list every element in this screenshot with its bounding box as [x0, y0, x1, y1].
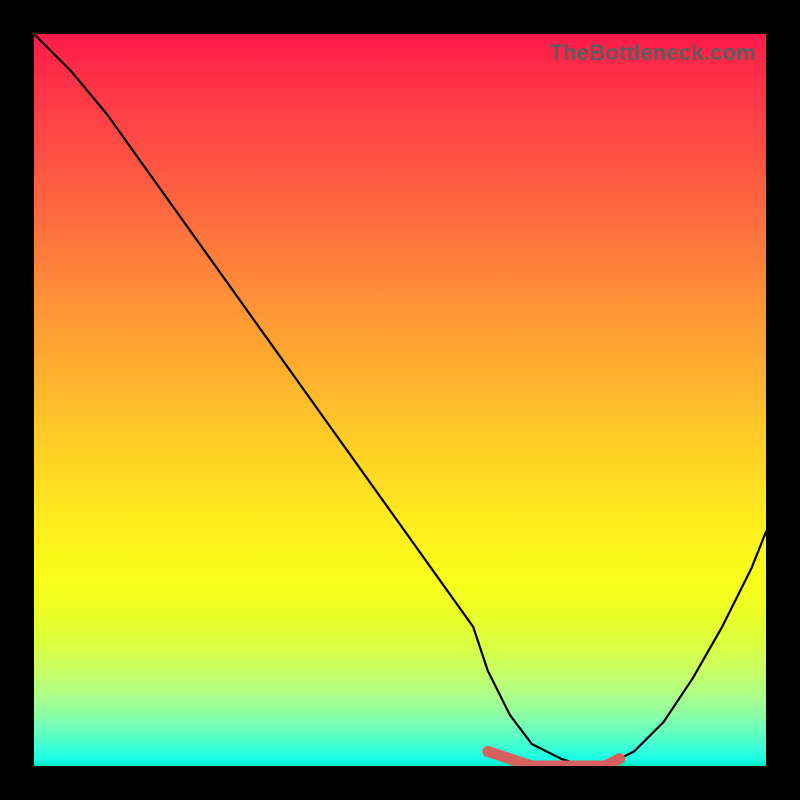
- bottleneck-curve: [34, 34, 766, 766]
- chart-frame: TheBottleneck.com: [0, 0, 800, 800]
- curve-layer: [34, 34, 766, 766]
- plot-area: TheBottleneck.com: [34, 34, 766, 766]
- optimal-band: [488, 751, 620, 766]
